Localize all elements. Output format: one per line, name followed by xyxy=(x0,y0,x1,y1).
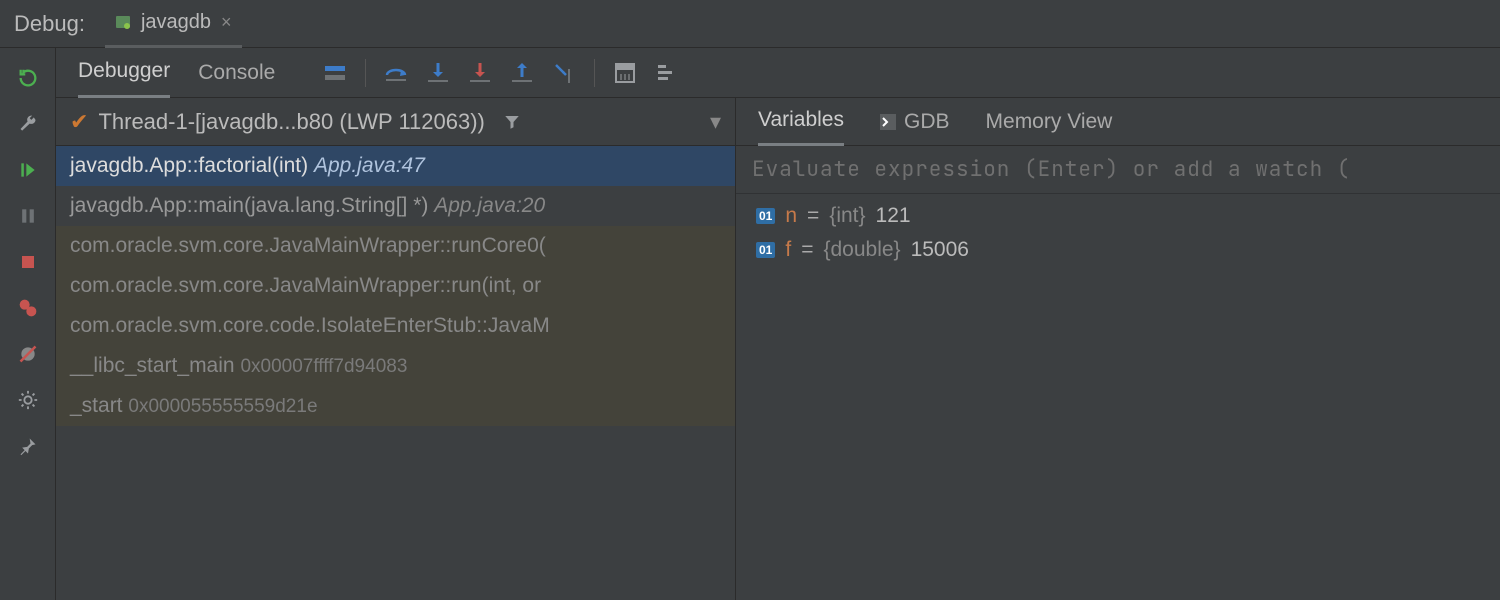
separator xyxy=(594,59,595,87)
rerun-button[interactable] xyxy=(14,64,42,92)
tab-memory-view[interactable]: Memory View xyxy=(986,98,1113,146)
stack-frame[interactable]: com.oracle.svm.core.code.IsolateEnterStu… xyxy=(56,306,735,346)
tab-debugger[interactable]: Debugger xyxy=(78,48,170,98)
variable-list: 01 n = {int} 121 01 f = {double} 15006 xyxy=(736,194,1500,272)
run-config-icon xyxy=(115,14,131,30)
tab-gdb[interactable]: GDB xyxy=(880,98,950,146)
title-bar: Debug: javagdb × xyxy=(0,0,1500,48)
evaluate-icon[interactable] xyxy=(613,61,637,85)
thread-name: Thread-1-[javagdb...b80 (LWP 112063)) xyxy=(98,109,484,135)
breakpoints-icon[interactable] xyxy=(14,294,42,322)
settings-icon[interactable] xyxy=(14,386,42,414)
frames-panel: ✔ Thread-1-[javagdb...b80 (LWP 112063)) … xyxy=(56,98,736,600)
variables-tab-row: Variables GDB Memory View xyxy=(736,98,1500,146)
wrench-icon[interactable] xyxy=(14,110,42,138)
variable-row[interactable]: 01 f = {double} 15006 xyxy=(756,238,1480,262)
variable-row[interactable]: 01 n = {int} 121 xyxy=(756,204,1480,228)
primitive-badge-icon: 01 xyxy=(756,208,775,224)
pin-icon[interactable] xyxy=(14,432,42,460)
stack-frame[interactable]: com.oracle.svm.core.JavaMainWrapper::run… xyxy=(56,266,735,306)
evaluate-expression-input[interactable]: Evaluate expression (Enter) or add a wat… xyxy=(736,146,1500,194)
close-icon[interactable]: × xyxy=(221,12,232,33)
primitive-badge-icon: 01 xyxy=(756,242,775,258)
tab-console[interactable]: Console xyxy=(198,48,275,98)
tab-variables[interactable]: Variables xyxy=(758,98,844,146)
step-out-icon[interactable] xyxy=(510,61,534,85)
run-to-cursor-icon[interactable] xyxy=(552,61,576,85)
thread-selector[interactable]: ✔ Thread-1-[javagdb...b80 (LWP 112063)) … xyxy=(56,98,735,146)
debug-label: Debug: xyxy=(14,11,85,37)
stack-frame[interactable]: javagdb.App::main(java.lang.String[] *) … xyxy=(56,186,735,226)
resume-button[interactable] xyxy=(14,156,42,184)
stack-frame[interactable]: javagdb.App::factorial(int) App.java:47 xyxy=(56,146,735,186)
stack-frame[interactable]: __libc_start_main 0x00007ffff7d94083 xyxy=(56,346,735,386)
stack-frame[interactable]: _start 0x000055555559d21e xyxy=(56,386,735,426)
stack-frame[interactable]: com.oracle.svm.core.JavaMainWrapper::run… xyxy=(56,226,735,266)
layout-icon[interactable] xyxy=(323,61,347,85)
terminal-icon xyxy=(880,114,896,130)
stop-button[interactable] xyxy=(14,248,42,276)
check-icon: ✔ xyxy=(70,109,88,135)
pause-button[interactable] xyxy=(14,202,42,230)
debug-session-tab[interactable]: javagdb × xyxy=(105,0,242,48)
debug-sidebar xyxy=(0,48,56,600)
chevron-down-icon[interactable]: ▾ xyxy=(710,109,721,135)
tab-name: javagdb xyxy=(141,11,211,34)
separator xyxy=(365,59,366,87)
trace-icon[interactable] xyxy=(655,61,679,85)
step-over-icon[interactable] xyxy=(384,61,408,85)
filter-icon[interactable] xyxy=(503,113,521,131)
debugger-tab-row: Debugger Console xyxy=(56,48,1500,98)
step-into-icon[interactable] xyxy=(426,61,450,85)
stack-frame-list: javagdb.App::factorial(int) App.java:47 … xyxy=(56,146,735,600)
variables-panel: Variables GDB Memory View Evaluate expre… xyxy=(736,98,1500,600)
force-step-into-icon[interactable] xyxy=(468,61,492,85)
mute-breakpoints-icon[interactable] xyxy=(14,340,42,368)
